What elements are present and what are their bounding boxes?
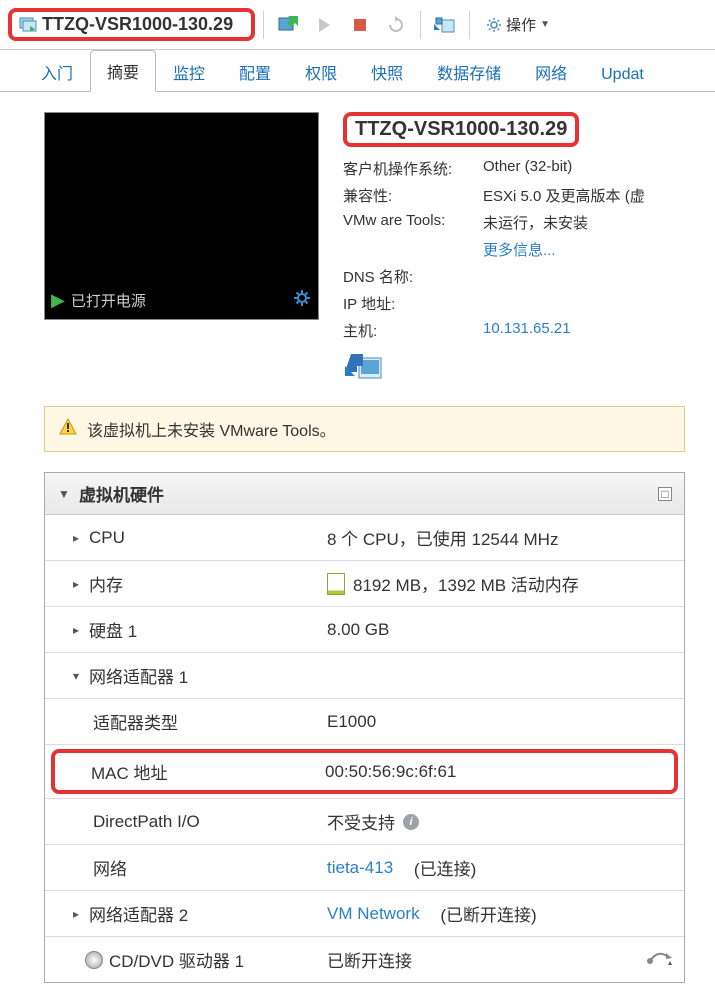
mac-value: 00:50:56:9c:6f:61 [325, 759, 668, 784]
more-info-link[interactable]: 更多信息... [483, 239, 556, 260]
launch-console-button[interactable] [272, 9, 304, 41]
directpath-row: DirectPath I/O 不受支持 i [45, 799, 684, 845]
tab-snapshots[interactable]: 快照 [354, 51, 420, 92]
divider [263, 11, 264, 39]
nic2-row[interactable]: ▸ 网络适配器 2 VM Network (已断开连接) [45, 891, 684, 937]
tab-bar: 入门 摘要 监控 配置 权限 快照 数据存储 网络 Updat [0, 50, 715, 92]
hardware-title: 虚拟机硬件 [79, 481, 164, 506]
divider [420, 11, 421, 39]
nic1-row[interactable]: ▾ 网络适配器 1 [45, 653, 684, 699]
guest-os-label: 客户机操作系统: [343, 158, 483, 179]
tools-value: 未运行，未安装 [483, 212, 588, 233]
chevron-right-icon: ▸ [69, 577, 83, 591]
compat-value: ESXi 5.0 及更高版本 (虚 [483, 185, 645, 206]
nic1-label: 网络适配器 1 [89, 663, 188, 688]
title-highlight-box: TTZQ-VSR1000-130.29 [8, 8, 255, 41]
chevron-down-icon: ▼ [540, 19, 550, 30]
gear-icon [486, 17, 502, 33]
info-icon[interactable]: i [403, 814, 419, 830]
memory-bar-icon [327, 573, 345, 595]
warning-icon [59, 418, 77, 441]
tab-configure[interactable]: 配置 [222, 51, 288, 92]
tab-permissions[interactable]: 权限 [288, 51, 354, 92]
migrate-icon[interactable] [343, 350, 387, 388]
directpath-value: 不受支持 [327, 809, 395, 834]
host-label: 主机: [343, 320, 483, 341]
memory-label: 内存 [89, 571, 123, 596]
migrate-button[interactable] [429, 9, 461, 41]
cddvd-row[interactable]: CD/DVD 驱动器 1 已断开连接 [45, 937, 684, 982]
console-preview[interactable]: ▶ 已打开电源 [44, 112, 319, 320]
tools-label: VMw are Tools: [343, 212, 483, 233]
memory-row[interactable]: ▸ 内存 8192 MB，1392 MB 活动内存 [45, 561, 684, 607]
nic2-link[interactable]: VM Network [327, 904, 420, 924]
console-footer: ▶ 已打开电源 [51, 288, 312, 313]
adapter-type-row: 适配器类型 E1000 [45, 699, 684, 745]
restart-button[interactable] [380, 9, 412, 41]
cddvd-label: CD/DVD 驱动器 1 [109, 947, 244, 972]
directpath-label: DirectPath I/O [93, 812, 200, 832]
mac-row-container: MAC 地址 00:50:56:9c:6f:61 [45, 745, 684, 799]
network-status: (已连接) [414, 855, 476, 880]
connector-icon[interactable] [646, 950, 672, 970]
disk1-label: 硬盘 1 [89, 617, 137, 642]
tab-datastores[interactable]: 数据存储 [420, 51, 518, 92]
divider [469, 11, 470, 39]
network-row: 网络 tieta-413 (已连接) [45, 845, 684, 891]
guest-os-value: Other (32-bit) [483, 158, 572, 179]
shutdown-button[interactable] [344, 9, 376, 41]
compat-label: 兼容性: [343, 185, 483, 206]
mac-label: MAC 地址 [91, 759, 168, 784]
power-on-button[interactable] [308, 9, 340, 41]
warning-text: 该虚拟机上未安装 VMware Tools。 [87, 417, 336, 441]
network-link[interactable]: tieta-413 [327, 858, 393, 878]
summary-top-row: ▶ 已打开电源 TTZQ-VSR1000-130.29 客户机操作系统:Othe… [44, 112, 685, 388]
host-link[interactable]: 10.131.65.21 [483, 320, 571, 341]
adapter-type-value: E1000 [327, 712, 672, 732]
dns-label: DNS 名称: [343, 266, 483, 287]
cd-icon [85, 951, 103, 969]
tab-getting-started[interactable]: 入门 [24, 51, 90, 92]
vm-name-highlight-box: TTZQ-VSR1000-130.29 [343, 112, 579, 147]
mac-highlight-box: MAC 地址 00:50:56:9c:6f:61 [51, 749, 678, 794]
console-settings-icon[interactable] [292, 288, 312, 313]
tab-networks[interactable]: 网络 [518, 51, 584, 92]
cpu-label: CPU [89, 528, 125, 548]
memory-value: 8192 MB，1392 MB 活动内存 [353, 571, 579, 596]
ip-label: IP 地址: [343, 293, 483, 314]
power-status: 已打开电源 [71, 290, 146, 311]
chevron-right-icon: ▸ [69, 907, 83, 921]
disk1-row[interactable]: ▸ 硬盘 1 8.00 GB [45, 607, 684, 653]
hardware-panel-header[interactable]: ▼ 虚拟机硬件 □ [45, 473, 684, 515]
vm-info-block: TTZQ-VSR1000-130.29 客户机操作系统:Other (32-bi… [343, 112, 685, 388]
summary-content: ▶ 已打开电源 TTZQ-VSR1000-130.29 客户机操作系统:Othe… [0, 92, 715, 983]
titlebar: TTZQ-VSR1000-130.29 操作 ▼ [0, 0, 715, 50]
vmware-tools-warning: 该虚拟机上未安装 VMware Tools。 [44, 406, 685, 452]
vm-title: TTZQ-VSR1000-130.29 [42, 14, 233, 35]
network-label: 网络 [93, 855, 127, 880]
vm-icon [18, 15, 38, 35]
collapse-icon[interactable]: □ [658, 487, 672, 501]
actions-label: 操作 [506, 14, 536, 35]
actions-menu-button[interactable]: 操作 ▼ [478, 9, 558, 41]
nic2-status: (已断开连接) [440, 901, 536, 926]
disk1-value: 8.00 GB [327, 620, 672, 640]
cpu-value: 8 个 CPU，已使用 12544 MHz [327, 525, 672, 550]
adapter-type-label: 适配器类型 [93, 709, 178, 734]
chevron-down-icon: ▼ [57, 487, 71, 501]
chevron-down-icon: ▾ [69, 669, 83, 683]
cpu-row[interactable]: ▸ CPU 8 个 CPU，已使用 12544 MHz [45, 515, 684, 561]
vm-name-heading: TTZQ-VSR1000-130.29 [355, 118, 567, 140]
play-icon: ▶ [51, 290, 65, 311]
chevron-right-icon: ▸ [69, 623, 83, 637]
hardware-panel: ▼ 虚拟机硬件 □ ▸ CPU 8 个 CPU，已使用 12544 MHz ▸ 内存… [44, 472, 685, 983]
chevron-right-icon: ▸ [69, 531, 83, 545]
tab-monitor[interactable]: 监控 [156, 51, 222, 92]
tab-updates[interactable]: Updat [584, 57, 661, 92]
cddvd-value: 已断开连接 [327, 947, 412, 972]
nic2-label: 网络适配器 2 [89, 901, 188, 926]
tab-summary[interactable]: 摘要 [90, 50, 156, 92]
